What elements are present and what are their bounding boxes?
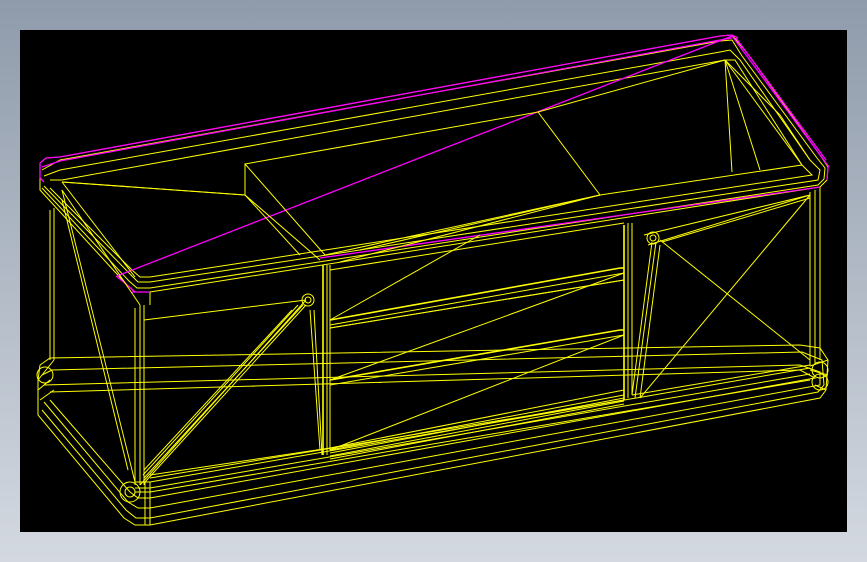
cad-viewport[interactable] <box>20 30 847 532</box>
cabinet-front-face <box>49 189 821 486</box>
cabinet-wireframe-model[interactable] <box>20 30 847 532</box>
top-panel-rim <box>39 34 829 305</box>
cabinet-base <box>36 344 829 526</box>
